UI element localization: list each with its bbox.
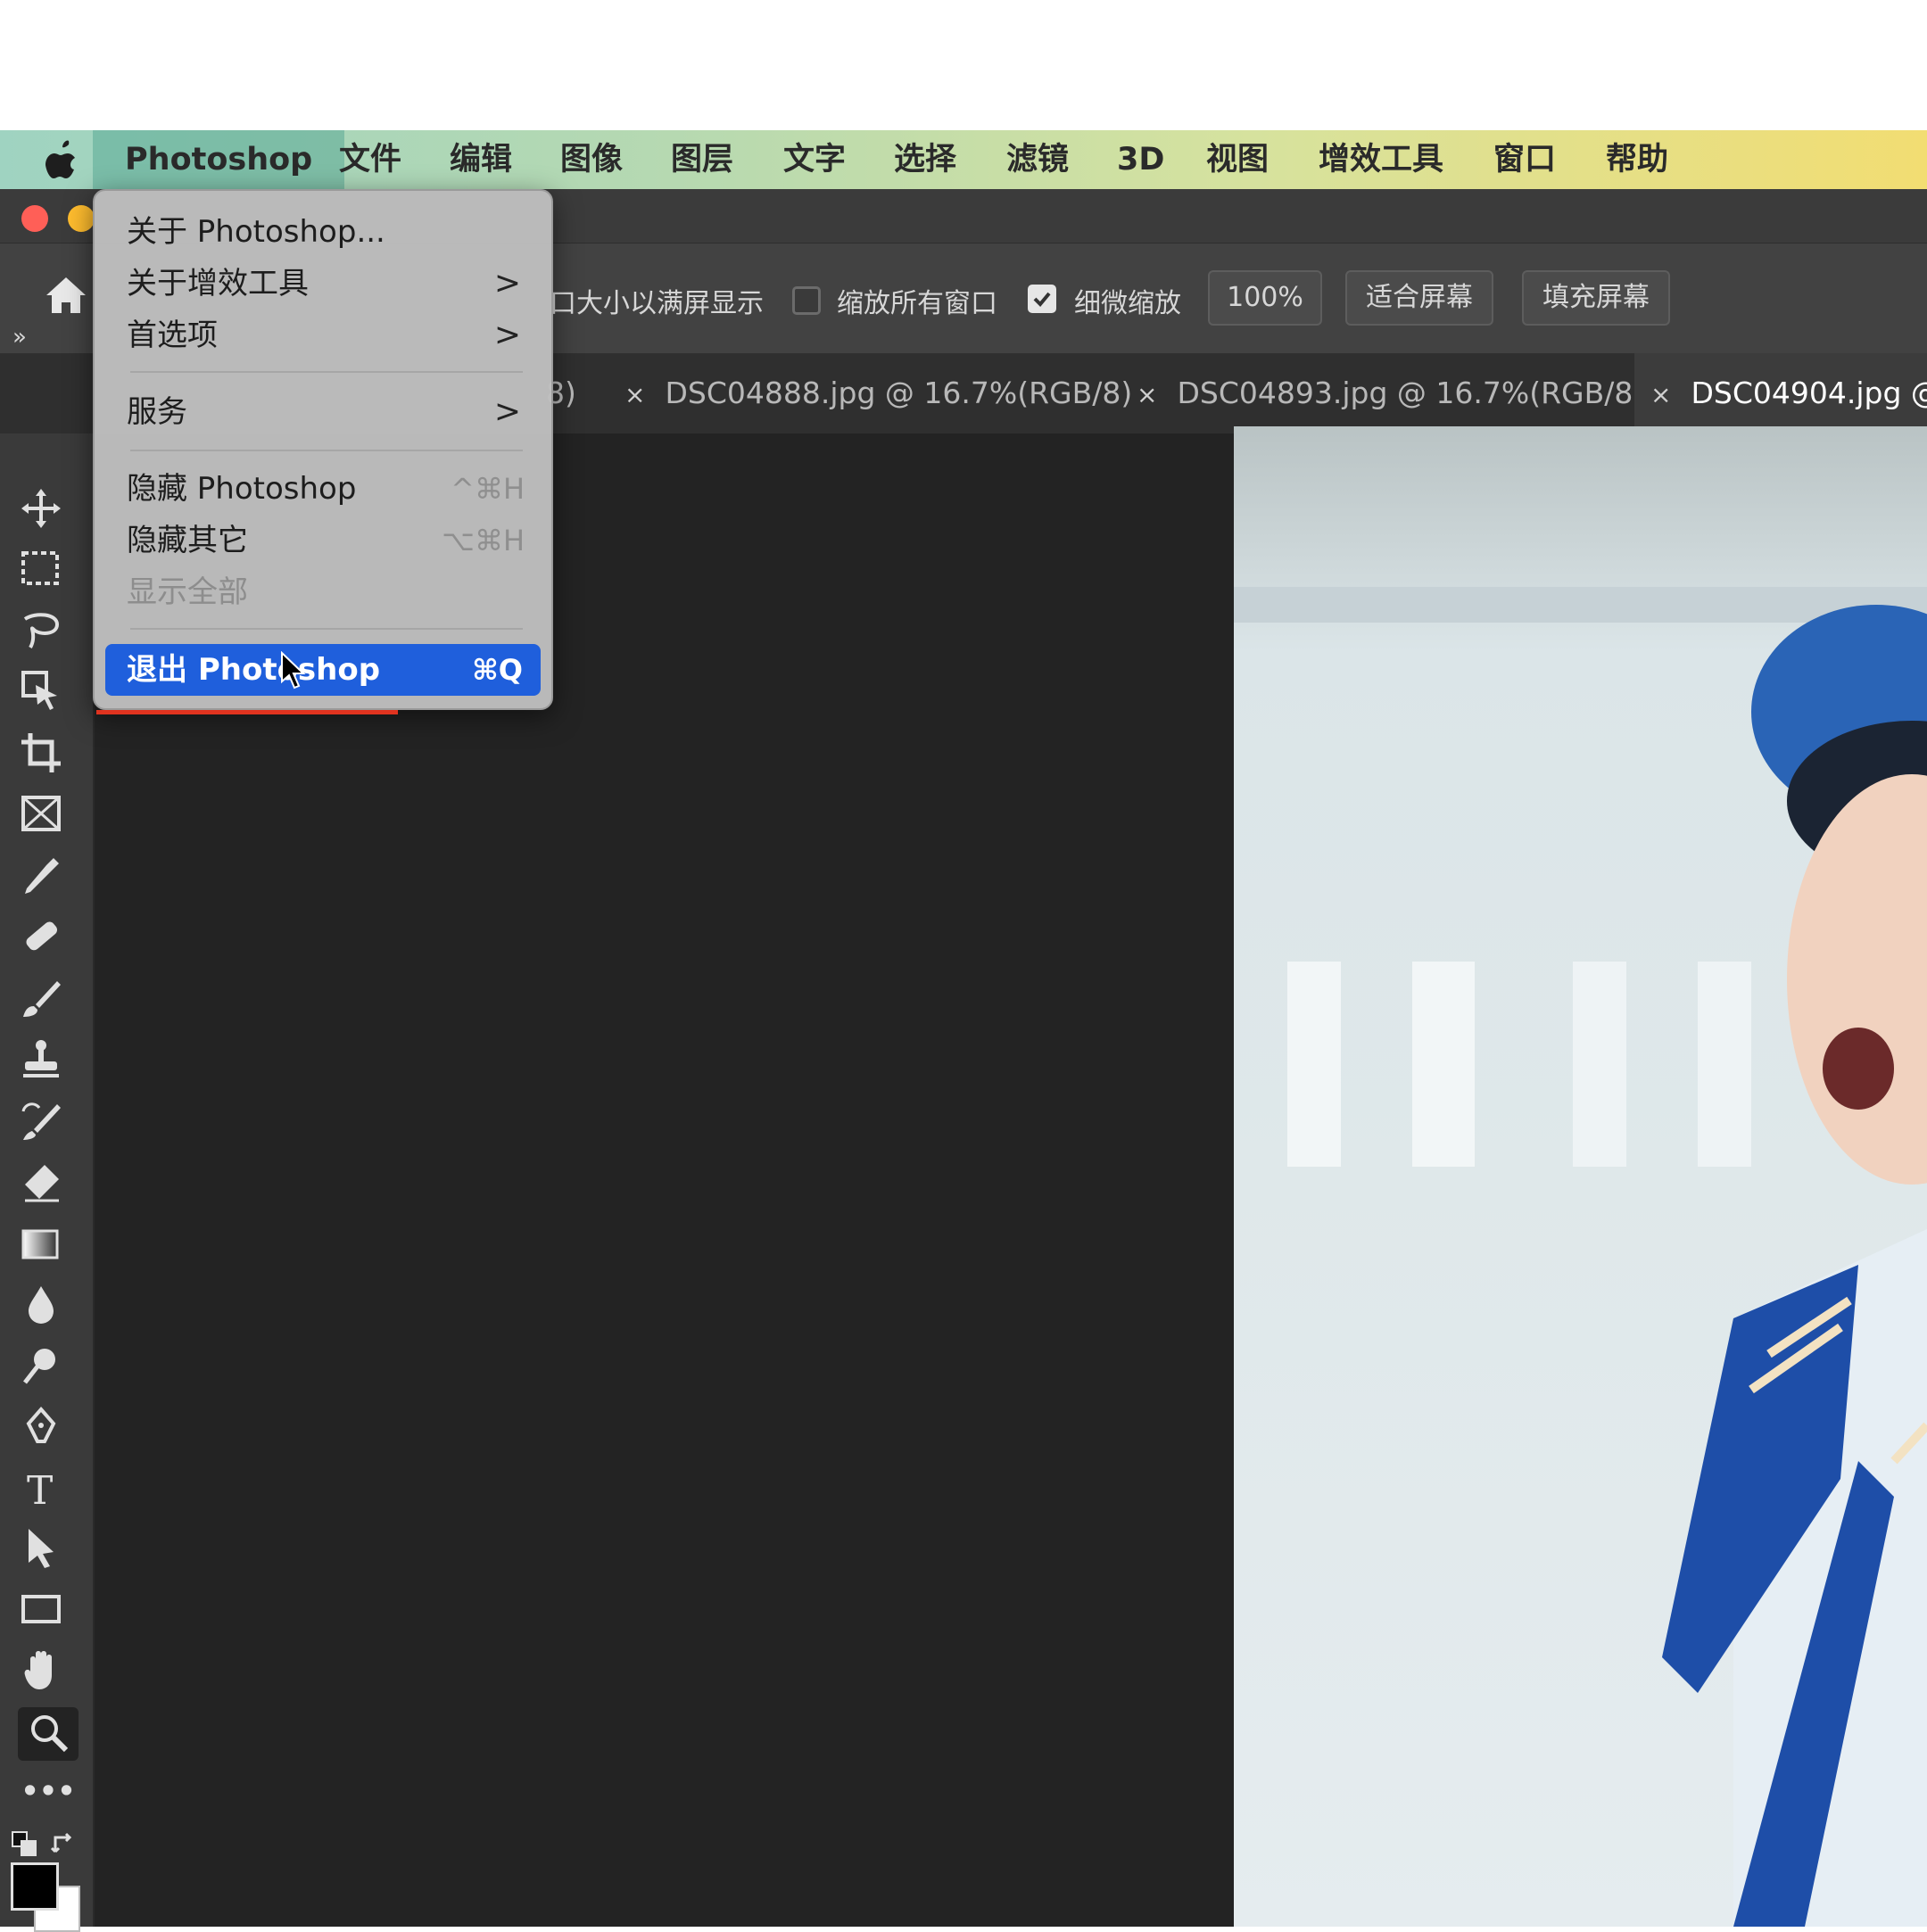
menu-separator (130, 450, 523, 451)
scrubby-zoom-label: 细微缩放 (1074, 288, 1181, 319)
menu-item-hide-photoshop[interactable]: 隐藏 Photoshop (127, 464, 356, 514)
menu-separator (130, 628, 523, 630)
fit-screen-button[interactable]: 适合屏幕 (1345, 270, 1493, 326)
move-tool-icon[interactable] (18, 485, 79, 539)
menu-window[interactable]: 窗口 (1493, 130, 1556, 189)
menu-image[interactable]: 图像 (560, 130, 623, 189)
document-tab[interactable]: × DSC04893.jpg @ 16.7%(RGB/8) (1137, 353, 1644, 433)
svg-text:T: T (27, 1468, 53, 1511)
menu-separator (130, 371, 523, 373)
document-canvas-image[interactable] (1234, 426, 1927, 1927)
dodge-tool-icon[interactable] (18, 1343, 79, 1397)
menu-filter[interactable]: 滤镜 (1006, 130, 1069, 189)
fill-screen-button[interactable]: 填充屏幕 (1522, 270, 1670, 326)
submenu-arrow-icon: > (493, 265, 521, 301)
menu-item-quit-photoshop[interactable]: 退出 Photoshop ⌘Q (105, 644, 541, 696)
pen-tool-icon[interactable] (18, 1404, 79, 1457)
minimize-window-button[interactable] (68, 205, 95, 232)
hand-tool-icon[interactable] (18, 1647, 79, 1700)
menu-photoshop[interactable]: Photoshop (93, 130, 345, 189)
rectangle-tool-icon[interactable] (18, 1586, 79, 1639)
brush-tool-icon[interactable] (18, 976, 79, 1029)
scrubby-zoom-checkbox[interactable] (1028, 285, 1056, 313)
menu-item-about-plugins[interactable]: 关于增效工具 (127, 259, 309, 309)
marquee-tool-icon[interactable] (18, 546, 79, 599)
menu-item-show-all: 显示全部 (127, 574, 248, 610)
menu-bar: Photoshop 文件 编辑 图像 图层 文字 选择 滤镜 3D 视图 增效工… (0, 130, 1927, 189)
default-colors-icon[interactable] (11, 1830, 37, 1861)
expand-panel-icon[interactable]: » (12, 324, 27, 351)
blur-tool-icon[interactable] (18, 1281, 79, 1334)
zoom-all-windows-checkbox[interactable] (792, 286, 821, 315)
resize-windows-label: 口大小以满屏显示 (550, 288, 764, 319)
gradient-tool-icon[interactable] (18, 1222, 79, 1276)
type-tool-icon[interactable]: T (18, 1465, 79, 1518)
eraser-tool-icon[interactable] (18, 1160, 79, 1213)
clone-stamp-tool-icon[interactable] (18, 1036, 79, 1090)
healing-brush-tool-icon[interactable] (18, 913, 79, 967)
lasso-tool-icon[interactable] (18, 608, 79, 662)
menu-shortcut: ⌥⌘H (442, 524, 525, 557)
menu-select[interactable]: 选择 (894, 130, 956, 189)
path-selection-tool-icon[interactable] (18, 1525, 79, 1579)
mouse-cursor-icon (280, 650, 307, 694)
tab-label: DSC04904.jpg @ (1691, 376, 1927, 410)
more-tools-icon[interactable]: ••• (18, 1764, 79, 1818)
foreground-color-swatch[interactable] (11, 1862, 59, 1911)
document-tab-active[interactable]: × DSC04904.jpg @ (1634, 353, 1927, 433)
tools-panel: T ••• (0, 433, 95, 1932)
menu-type[interactable]: 文字 (783, 130, 846, 189)
menu-plugins[interactable]: 增效工具 (1319, 130, 1443, 189)
menu-3d[interactable]: 3D (1117, 130, 1164, 189)
quit-label: 退出 Photoshop (127, 652, 381, 688)
home-icon[interactable] (45, 276, 87, 318)
submenu-arrow-icon: > (493, 393, 521, 430)
history-brush-tool-icon[interactable] (18, 1099, 79, 1152)
close-window-button[interactable] (21, 205, 48, 232)
menu-item-about-photoshop[interactable]: 关于 Photoshop... (127, 207, 385, 257)
menu-edit[interactable]: 编辑 (450, 130, 512, 189)
menu-item-services[interactable]: 服务 (127, 387, 187, 437)
zoom-tool-icon[interactable] (18, 1707, 79, 1761)
annotation-underline (96, 710, 398, 714)
menu-item-hide-others[interactable]: 隐藏其它 (127, 516, 248, 566)
menu-item-preferences[interactable]: 首选项 (127, 310, 218, 360)
zoom-percentage-field[interactable]: 100% (1208, 270, 1322, 326)
menu-shortcut: ⌘Q (472, 653, 523, 687)
swap-colors-icon[interactable] (50, 1830, 77, 1861)
eyedropper-tool-icon[interactable] (18, 853, 79, 906)
tab-label: DSC04888.jpg @ 16.7%(RGB/8) (665, 376, 1133, 410)
crop-tool-icon[interactable] (18, 730, 79, 783)
photoshop-app-menu: 关于 Photoshop... 关于增效工具 > 首选项 > 服务 > 隐藏 P… (93, 189, 553, 710)
menu-view[interactable]: 视图 (1206, 130, 1269, 189)
zoom-all-windows-label: 缩放所有窗口 (837, 288, 997, 319)
object-select-tool-icon[interactable] (18, 667, 79, 721)
menu-layer[interactable]: 图层 (671, 130, 733, 189)
menu-shortcut: ^⌘H (451, 472, 525, 506)
document-tab[interactable]: × DSC04888.jpg @ 16.7%(RGB/8) (624, 353, 1132, 433)
menu-file[interactable]: 文件 (339, 130, 401, 189)
frame-tool-icon[interactable] (18, 790, 79, 844)
close-tab-icon[interactable]: × (624, 380, 645, 409)
close-tab-icon[interactable]: × (1137, 380, 1157, 409)
apple-icon[interactable] (43, 139, 82, 180)
close-tab-icon[interactable]: × (1650, 380, 1671, 409)
tab-label: DSC04893.jpg @ 16.7%(RGB/8) (1177, 376, 1645, 410)
menu-help[interactable]: 帮助 (1606, 130, 1668, 189)
submenu-arrow-icon: > (493, 317, 521, 353)
